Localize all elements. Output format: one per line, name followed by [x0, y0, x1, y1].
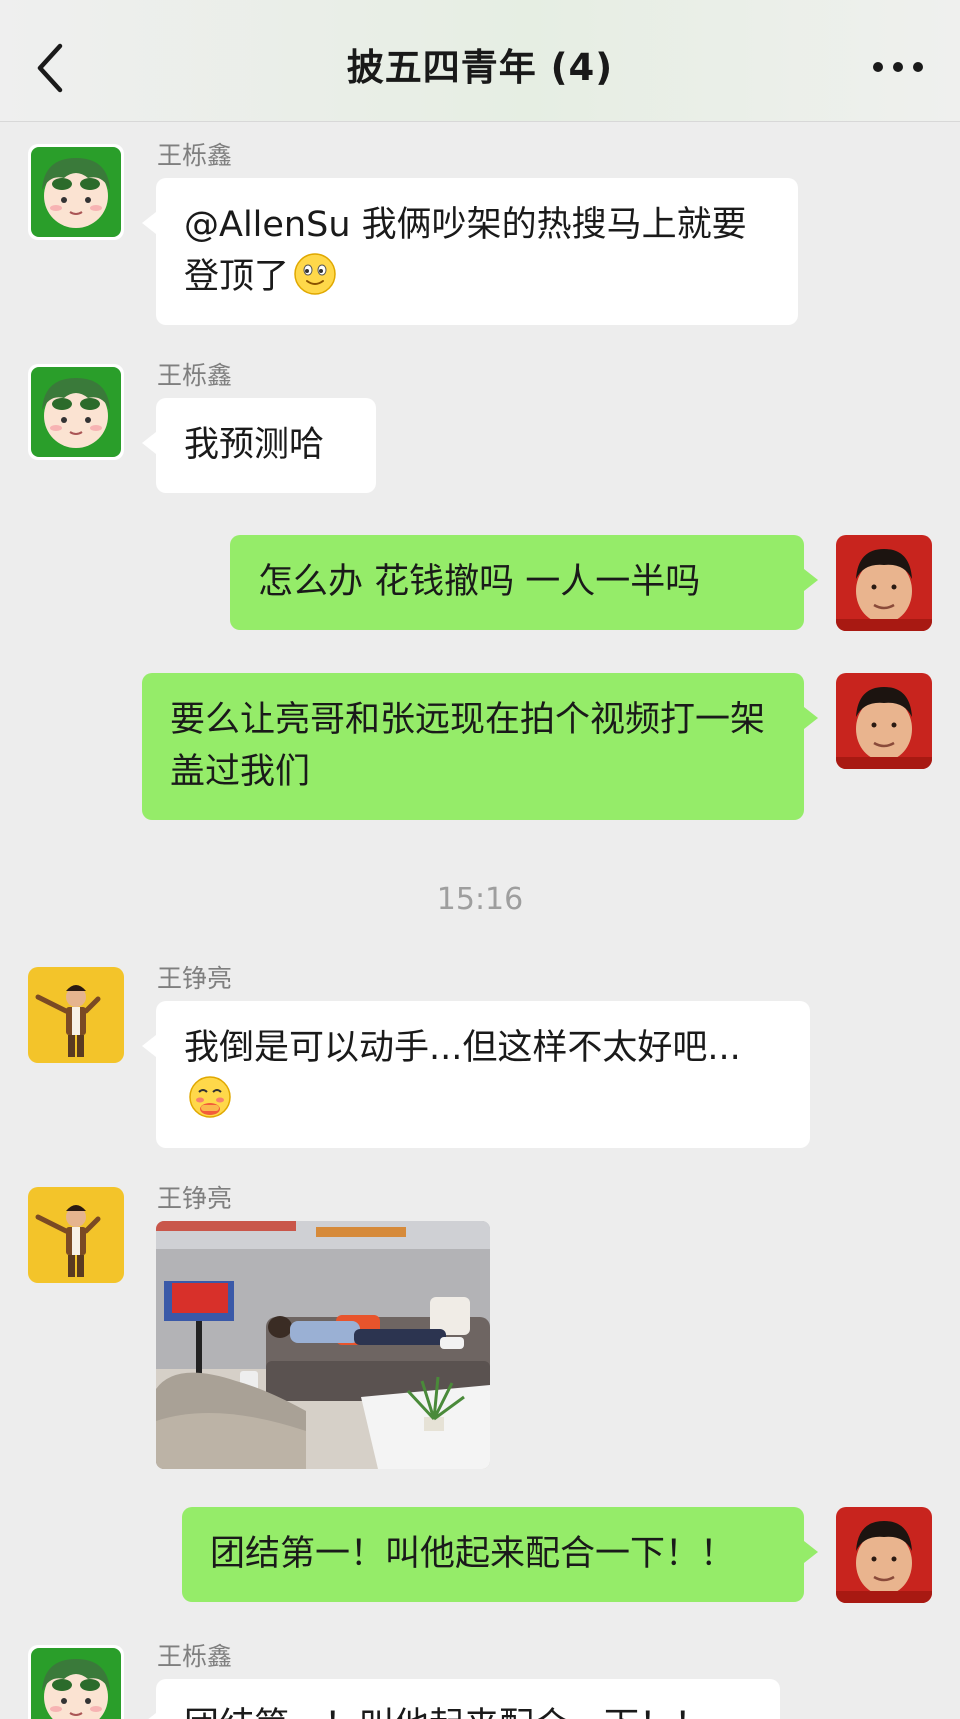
message-bubble[interactable]: 我倒是可以动手...但这样不太好吧...	[142, 1001, 810, 1148]
chat-title: 披五四青年 (4)	[346, 46, 614, 89]
message-bubble[interactable]: 团结第一！叫他起来配合一下！！	[142, 1679, 780, 1719]
chat-area[interactable]: 王栎鑫 @AllenSu 我俩吵架的热搜马上就要登顶了 王栎鑫 我预测哈 怎么办…	[0, 122, 960, 1719]
message-text: 怎么办 花钱撤吗 一人一半吗	[258, 562, 701, 602]
message-text: 要么让亮哥和张远现在拍个视频打一架 盖过我们	[170, 700, 766, 792]
shy-emoji-icon	[188, 1075, 232, 1119]
avatar[interactable]	[28, 967, 124, 1063]
image-message[interactable]	[156, 1221, 490, 1469]
ellipsis-icon[interactable]	[872, 52, 924, 82]
message-text: 团结第一！叫他起来配合一下！！	[210, 1534, 736, 1574]
message-text: @AllenSu 我俩吵架的热搜马上就要登顶了	[184, 205, 747, 297]
message-text: 团结第一！叫他起来配合一下！！	[184, 1706, 709, 1719]
nav-bar: 披五四青年 (4)	[0, 0, 960, 122]
avatar[interactable]	[28, 1645, 124, 1719]
timestamp: 15:16	[436, 882, 524, 917]
avatar[interactable]	[836, 535, 932, 631]
avatar[interactable]	[836, 673, 932, 769]
message-bubble[interactable]: 我预测哈	[142, 398, 376, 493]
message-text: 我倒是可以动手...但这样不太好吧...	[184, 1028, 741, 1068]
message-bubble[interactable]: 团结第一！叫他起来配合一下！！	[182, 1507, 818, 1602]
avatar[interactable]	[28, 364, 124, 460]
sender-name: 王栎鑫	[157, 141, 233, 170]
message-bubble[interactable]: @AllenSu 我俩吵架的热搜马上就要登顶了	[142, 178, 798, 325]
message-bubble[interactable]: 要么让亮哥和张远现在拍个视频打一架 盖过我们	[142, 673, 818, 820]
avatar[interactable]	[836, 1507, 932, 1603]
smile-emoji-icon	[293, 252, 337, 296]
message-text: 我预测哈	[184, 425, 325, 465]
message-bubble[interactable]: 怎么办 花钱撤吗 一人一半吗	[230, 535, 818, 630]
sender-name: 王栎鑫	[157, 361, 233, 390]
sender-name: 王栎鑫	[157, 1642, 233, 1671]
sender-name: 王铮亮	[157, 964, 233, 993]
avatar[interactable]	[28, 144, 124, 240]
sender-name: 王铮亮	[157, 1184, 233, 1213]
avatar[interactable]	[28, 1187, 124, 1283]
